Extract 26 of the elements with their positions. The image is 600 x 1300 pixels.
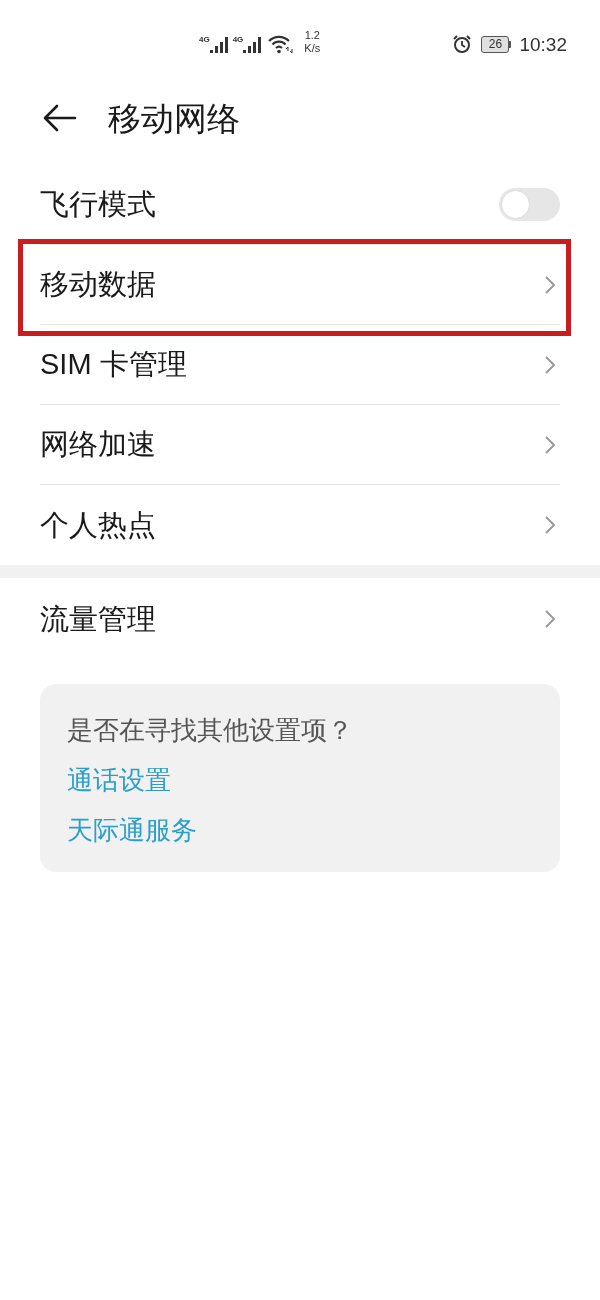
speed-unit: K/s <box>304 42 321 55</box>
settings-item[interactable]: 个人热点 <box>40 485 560 565</box>
chevron-right-icon <box>544 609 556 629</box>
wifi-icon <box>268 34 294 54</box>
network-type-label: 4G <box>199 36 210 44</box>
alarm-clock-icon <box>452 34 473 54</box>
signal-bars-icon <box>243 37 262 53</box>
status-time: 10:32 <box>519 34 567 54</box>
speed-value: 1.2 <box>304 29 320 42</box>
toggle-switch[interactable] <box>499 188 560 221</box>
chevron-right-icon <box>544 274 556 295</box>
settings-item[interactable]: 网络加速 <box>40 405 560 485</box>
back-icon[interactable] <box>42 104 77 132</box>
chevron-right-icon <box>544 434 556 455</box>
battery-indicator: 26 <box>481 35 510 53</box>
chevron-right-icon <box>544 354 556 375</box>
settings-item[interactable]: 移动数据 <box>40 245 560 325</box>
settings-item[interactable]: 流量管理 <box>40 578 560 660</box>
page-title: 移动网络 <box>108 101 240 135</box>
signal-bars-icon <box>209 37 228 53</box>
battery-terminal-icon <box>509 40 512 48</box>
settings-item[interactable]: SIM 卡管理 <box>40 325 560 405</box>
network-type-label: 4G <box>232 36 244 44</box>
setting-label: 飞行模式 <box>40 190 156 219</box>
suggestion-prompt: 是否在寻找其他设置项？ <box>67 714 353 747</box>
chevron-right-icon <box>544 515 556 535</box>
